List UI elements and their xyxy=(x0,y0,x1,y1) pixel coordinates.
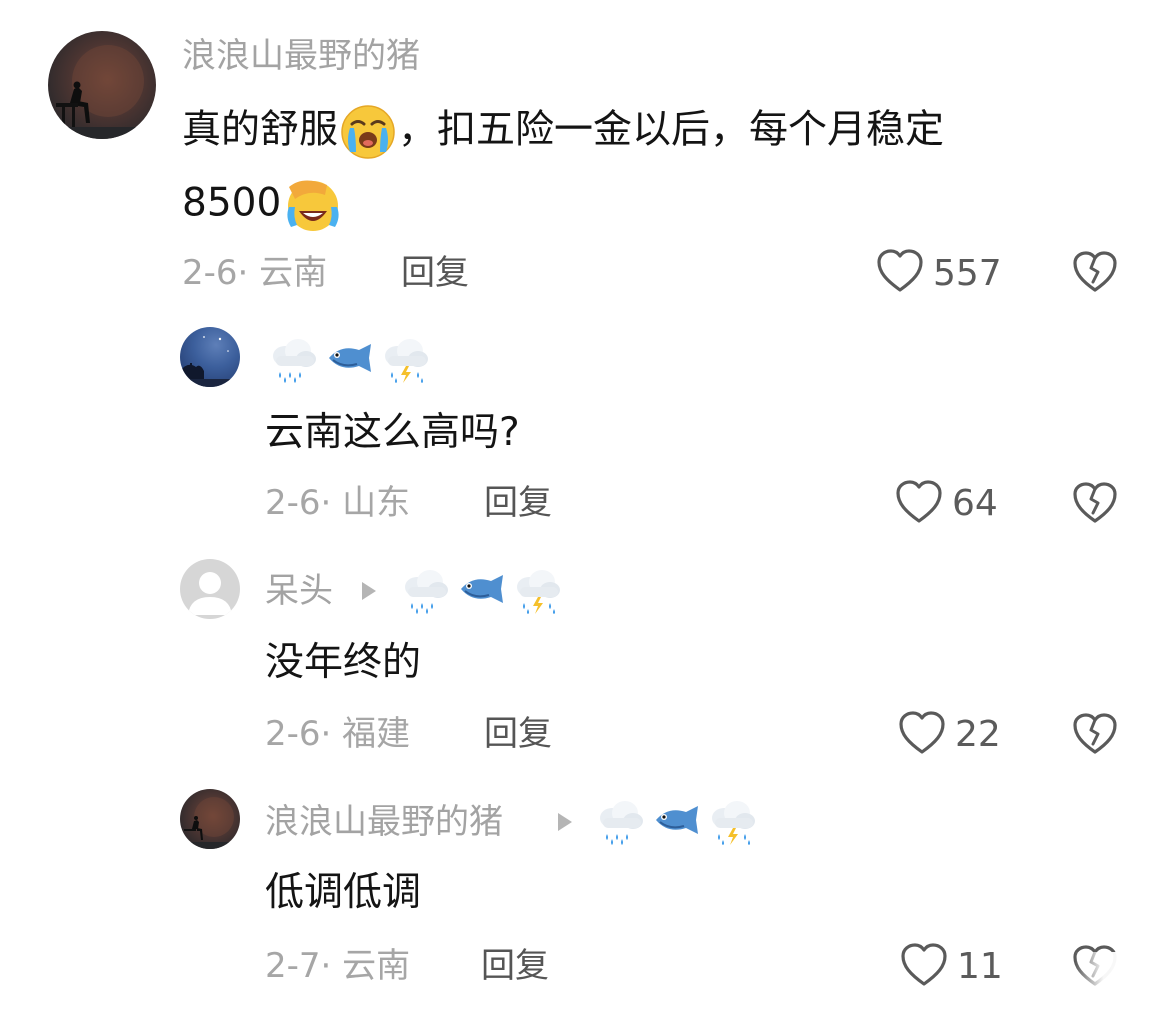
comment-date-location: 2-7· 云南 xyxy=(265,946,411,986)
comment-text-part: 8500 xyxy=(182,180,282,226)
reply-button[interactable]: 回复 xyxy=(484,483,552,523)
default-user-icon xyxy=(188,572,232,615)
comment-date-location: 2-6· 福建 xyxy=(265,714,411,754)
comment-username[interactable]: 浪浪山最野的猪 xyxy=(182,36,420,76)
fish-icon xyxy=(461,575,503,603)
comment-text-line: 8500 xyxy=(182,177,343,233)
heart-outline-icon[interactable] xyxy=(876,248,924,294)
cloud-lightning-rain-icon xyxy=(385,339,428,383)
comment-username[interactable]: 浪浪山最野的猪 xyxy=(265,802,503,842)
avatar[interactable] xyxy=(180,327,240,387)
comment-date-location: 2-6· 云南 xyxy=(182,253,328,293)
play-triangle-icon xyxy=(558,813,572,831)
avatar[interactable] xyxy=(48,31,156,139)
avatar[interactable] xyxy=(180,559,240,619)
avatar[interactable] xyxy=(180,789,240,849)
fish-icon xyxy=(329,344,371,372)
avatar-silhouette-icon xyxy=(48,45,156,139)
reply-button[interactable]: 回复 xyxy=(481,946,549,986)
avatar-silhouette-icon xyxy=(180,797,240,849)
like-count: 64 xyxy=(952,483,998,524)
comment-text: 低调低调 xyxy=(265,870,422,915)
heart-outline-icon[interactable] xyxy=(900,942,948,988)
play-triangle-icon xyxy=(362,582,376,600)
comment-text: 云南这么高吗? xyxy=(265,410,520,455)
like-count: 557 xyxy=(933,253,1002,294)
reply-button[interactable]: 回复 xyxy=(401,253,469,293)
like-count: 11 xyxy=(957,946,1003,987)
comment-date-location: 2-6· 山东 xyxy=(265,483,411,523)
like-count: 22 xyxy=(955,714,1001,755)
broken-heart-icon[interactable] xyxy=(1072,712,1118,756)
comment-text: 真的舒服 ，扣五险一金以后，每个月稳定 xyxy=(182,104,944,160)
broken-heart-icon[interactable] xyxy=(1072,250,1118,294)
cloud-lightning-rain-icon xyxy=(712,801,755,845)
loudly-crying-face-icon xyxy=(341,105,395,159)
reply-button[interactable]: 回复 xyxy=(484,714,552,754)
cloud-rain-icon xyxy=(273,339,316,383)
heart-outline-icon[interactable] xyxy=(898,710,946,756)
broken-heart-icon[interactable] xyxy=(1072,481,1118,525)
night-sky-avatar-icon xyxy=(180,336,240,387)
comment-text: 没年终的 xyxy=(265,640,422,685)
cloud-rain-icon xyxy=(405,570,448,614)
facepalm-laugh-icon xyxy=(287,180,339,231)
watermark-overlay xyxy=(1075,952,1169,1010)
cloud-rain-icon xyxy=(600,801,643,845)
cloud-lightning-rain-icon xyxy=(517,570,560,614)
comment-username[interactable]: 呆头 xyxy=(265,571,333,611)
heart-outline-icon[interactable] xyxy=(895,479,943,525)
comment-text-part: 真的舒服 xyxy=(182,107,339,153)
fish-icon xyxy=(656,806,698,834)
comment-text-part: ，扣五险一金以后，每个月稳定 xyxy=(398,107,945,153)
